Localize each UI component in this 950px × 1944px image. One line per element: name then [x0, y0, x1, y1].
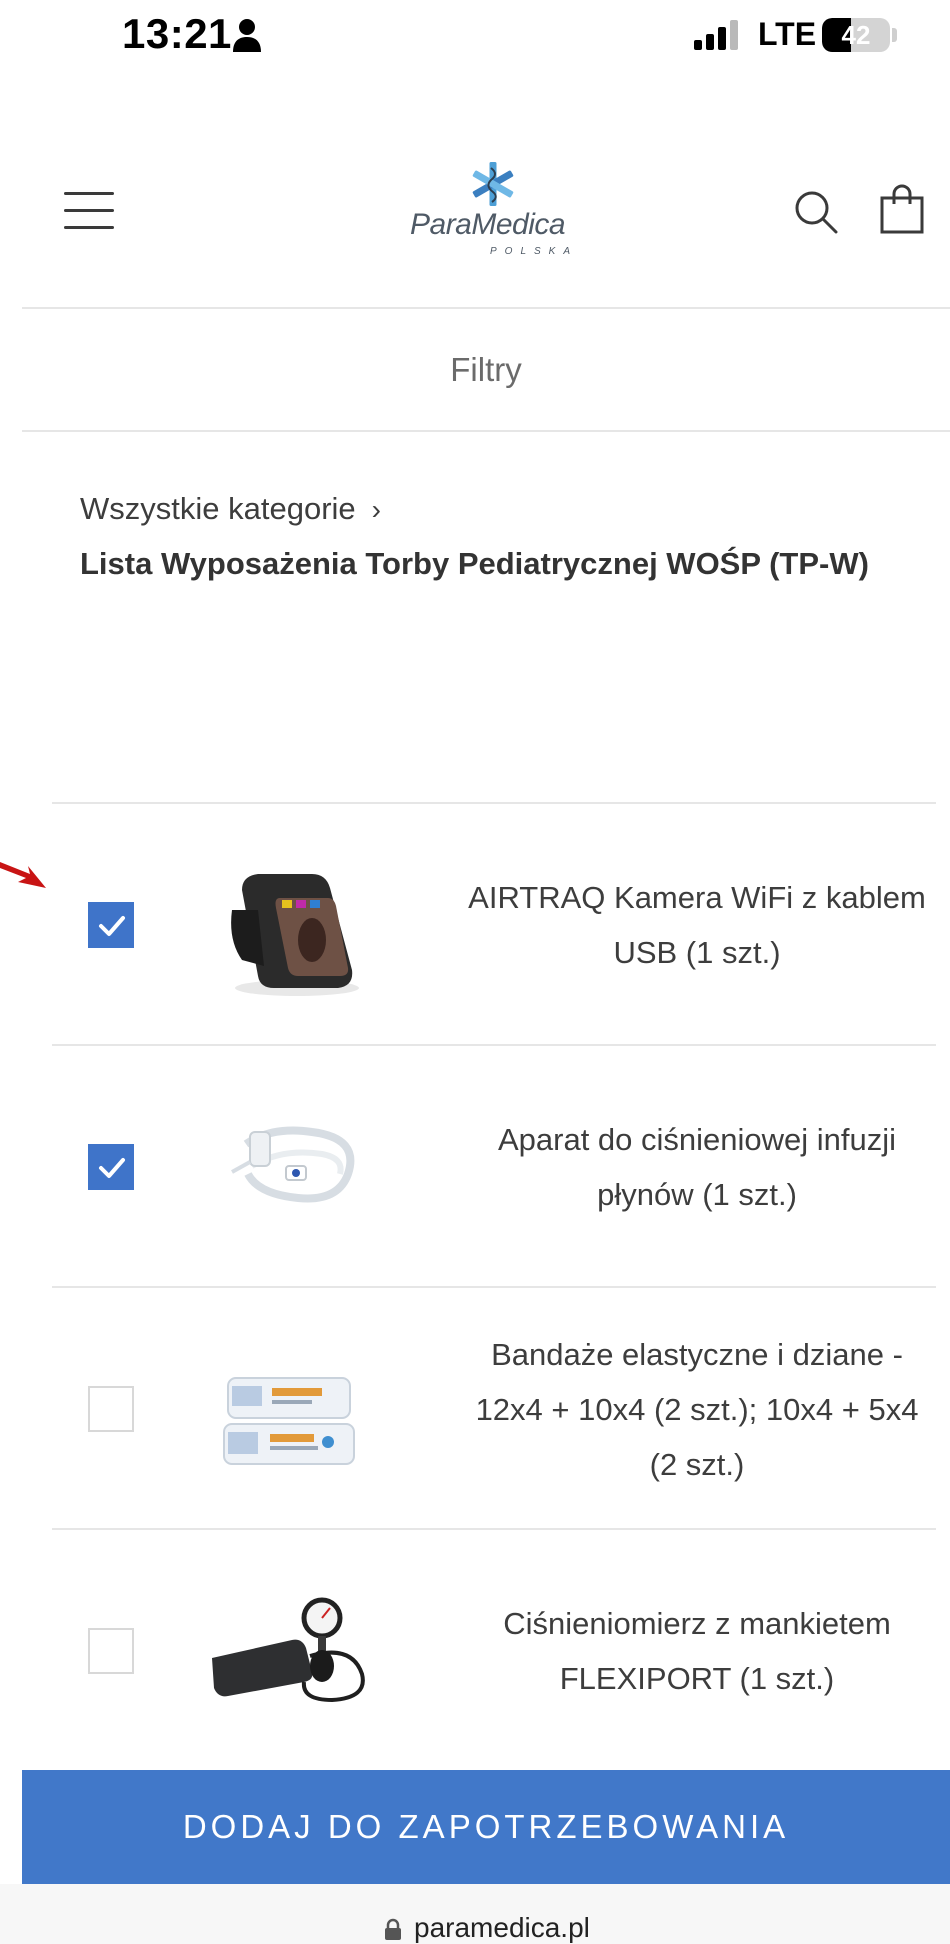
- product-checkbox[interactable]: [88, 1386, 134, 1432]
- product-row[interactable]: Ciśnieniomierz z mankietem FLEXIPORT (1 …: [52, 1528, 936, 1770]
- product-row[interactable]: AIRTRAQ Kamera WiFi z kablem USB (1 szt.…: [52, 802, 936, 1044]
- network-label: LTE: [758, 16, 817, 52]
- product-checkbox[interactable]: [88, 1628, 134, 1674]
- filters-label: Filtry: [450, 351, 522, 388]
- breadcrumb-separator: ›: [371, 494, 381, 525]
- product-checkbox[interactable]: [88, 1144, 134, 1190]
- product-checkbox[interactable]: [88, 902, 134, 948]
- product-name[interactable]: Aparat do ciśnieniowej infuzji płynów (1…: [462, 1046, 932, 1288]
- battery-icon: 42: [822, 18, 890, 52]
- product-name[interactable]: Ciśnieniomierz z mankietem FLEXIPORT (1 …: [462, 1530, 932, 1772]
- product-row[interactable]: Aparat do ciśnieniowej infuzji płynów (1…: [52, 1044, 936, 1286]
- signal-icon: [694, 20, 738, 50]
- battery-percent: 42: [841, 20, 871, 50]
- infusion-set-image: [231, 1126, 355, 1203]
- product-list: AIRTRAQ Kamera WiFi z kablem USB (1 szt.…: [52, 802, 936, 1770]
- product-row[interactable]: Bandaże elastyczne i dziane - 12x4 + 10x…: [52, 1286, 936, 1528]
- person-icon: [233, 19, 261, 52]
- annotation-arrow-icon: [0, 862, 46, 888]
- product-name[interactable]: Bandaże elastyczne i dziane - 12x4 + 10x…: [462, 1288, 932, 1530]
- checkmark-icon: [99, 916, 125, 936]
- status-bar: 13:21 LTE 42: [0, 0, 950, 72]
- paramedica-logo[interactable]: ParaMedica POLSKA: [400, 162, 590, 262]
- site-header: ParaMedica POLSKA: [0, 110, 950, 310]
- cart-icon[interactable]: [880, 184, 924, 234]
- bandage-image: [223, 1377, 355, 1465]
- status-time: 13:21: [122, 10, 232, 57]
- logo-subtext: POLSKA: [490, 246, 579, 257]
- browser-url-bar[interactable]: paramedica.pl: [0, 1884, 950, 1944]
- add-to-requisition-button[interactable]: DODAJ DO ZAPOTRZEBOWANIA: [22, 1770, 950, 1884]
- camera-device-image: [231, 874, 359, 996]
- logo-text: ParaMedica: [410, 208, 566, 241]
- battery-tip: [892, 28, 897, 42]
- filters-toggle[interactable]: Filtry: [22, 309, 950, 431]
- lock-icon: [385, 1918, 401, 1940]
- filters-divider: [22, 430, 950, 432]
- star-of-life-logo-icon: [472, 162, 514, 206]
- breadcrumb: Wszystkie kategorie › Lista Wyposażenia T…: [80, 486, 900, 591]
- blood-pressure-cuff-image: [212, 1597, 365, 1703]
- checkmark-icon: [99, 1158, 125, 1178]
- menu-icon[interactable]: [64, 192, 114, 232]
- page-title: Lista Wyposażenia Torby Pediatrycznej WO…: [80, 546, 869, 581]
- breadcrumb-all-categories-link[interactable]: Wszystkie kategorie: [80, 491, 356, 526]
- product-name[interactable]: AIRTRAQ Kamera WiFi z kablem USB (1 szt.…: [462, 804, 932, 1046]
- search-icon[interactable]: [794, 190, 838, 234]
- url-text: paramedica.pl: [414, 1912, 590, 1943]
